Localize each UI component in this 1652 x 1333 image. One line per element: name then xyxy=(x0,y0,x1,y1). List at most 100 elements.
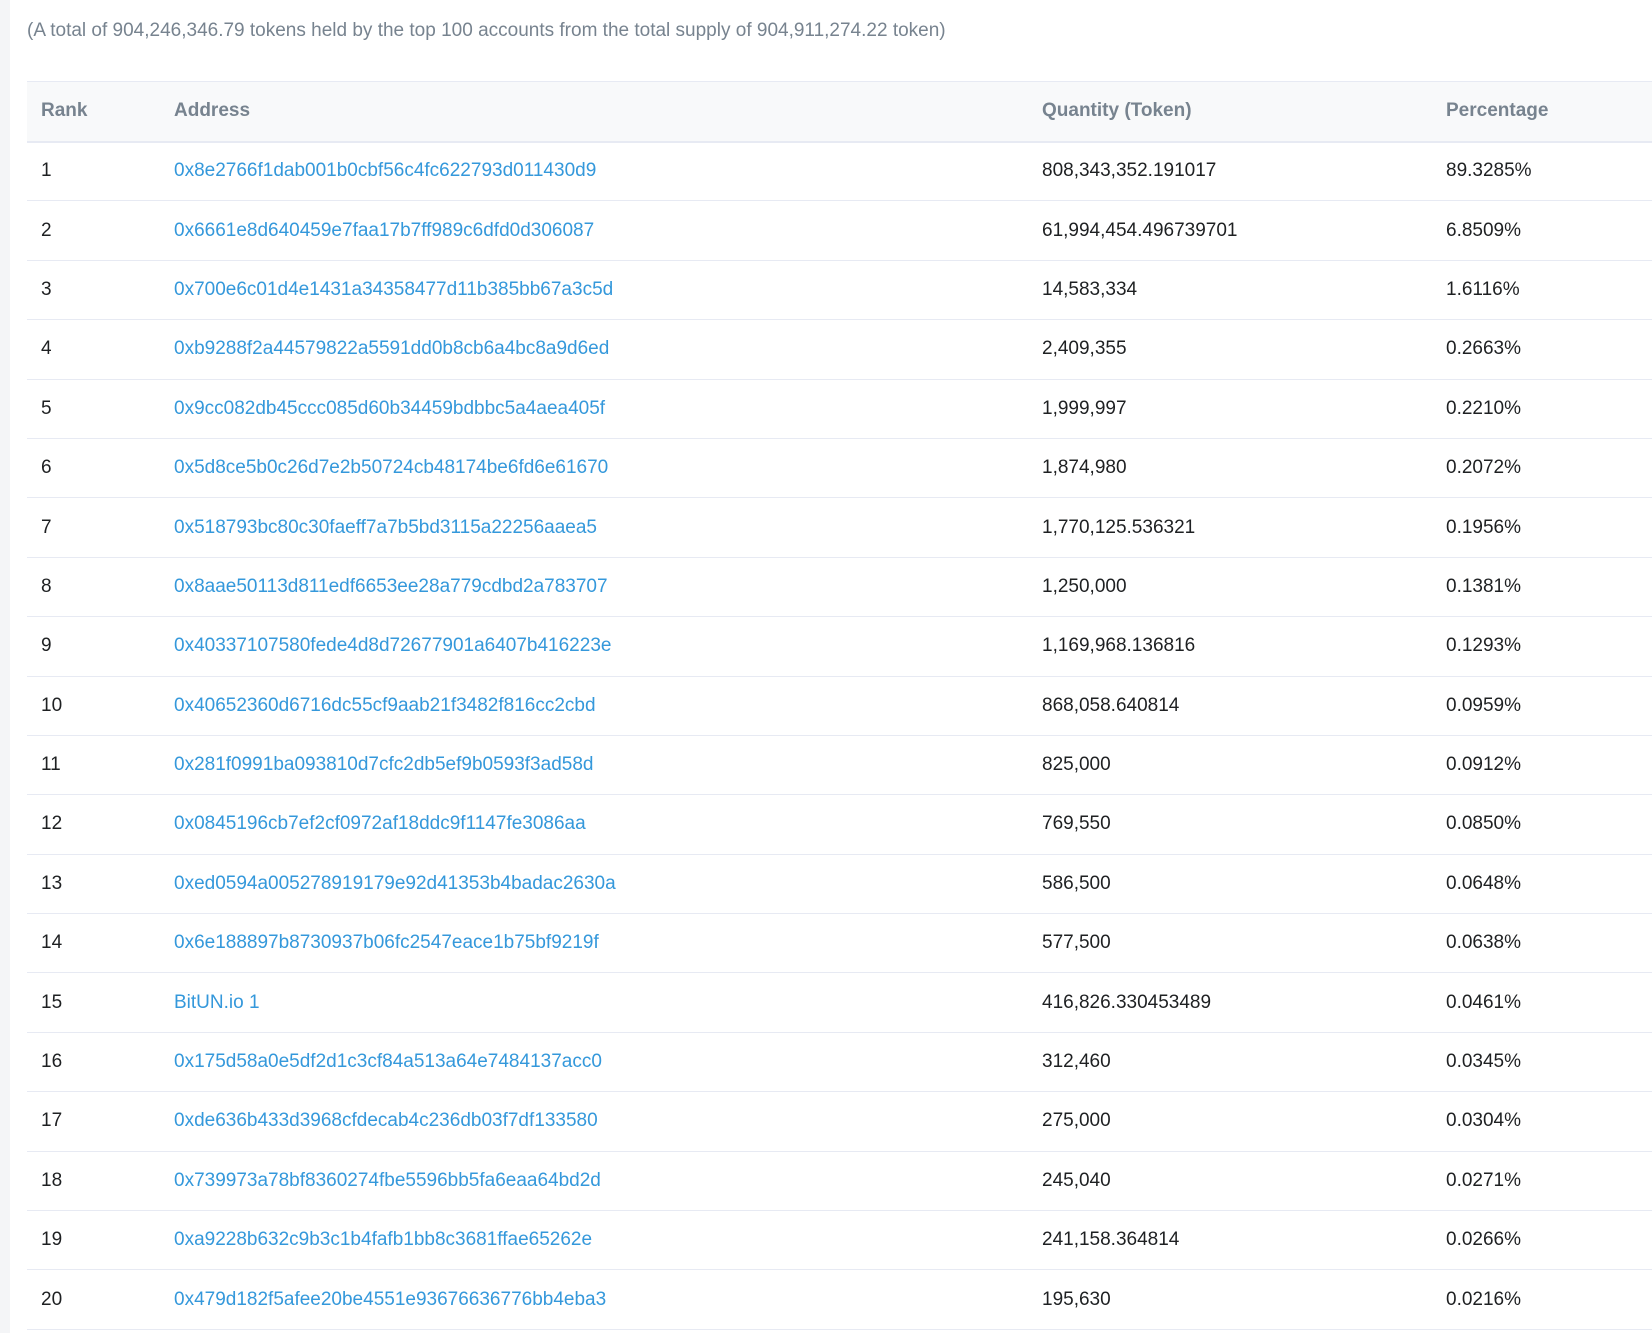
rank-cell: 14 xyxy=(41,932,63,954)
address-cell: 0x8e2766f1dab001b0cbf56c4fc622793d011430… xyxy=(160,142,1028,201)
rank-cell: 10 xyxy=(41,694,63,716)
address-link[interactable]: 0x9cc082db45ccc085d60b34459bdbbc5a4aea40… xyxy=(174,398,605,419)
table-row: 2 0x6661e8d640459e7faa17b7ff989c6dfd0d306… xyxy=(27,201,1652,261)
percentage-cell: 0.2210% xyxy=(1446,397,1522,419)
address-link[interactable]: 0x6e188897b8730937b06fc2547eace1b75bf921… xyxy=(174,932,599,953)
table-row: 7 0x518793bc80c30faeff7a7b5bd3115a22256aa… xyxy=(27,498,1652,558)
percentage-cell: 0.0266% xyxy=(1446,1229,1522,1251)
address-link[interactable]: 0x40337107580fede4d8d72677901a6407b41622… xyxy=(174,635,611,656)
table-body: 1 0x8e2766f1dab001b0cbf56c4fc622793d01143… xyxy=(27,142,1652,1330)
address-link[interactable]: 0x700e6c01d4e1431a34358477d11b385bb67a3c… xyxy=(174,279,613,300)
column-header-address: Address xyxy=(174,100,251,122)
rank-cell: 5 xyxy=(41,397,52,419)
quantity-cell: 1,999,997 xyxy=(1042,397,1127,419)
percentage-cell: 0.1381% xyxy=(1446,575,1522,597)
percentage-cell: 0.0461% xyxy=(1446,991,1522,1013)
quantity-cell: 275,000 xyxy=(1042,1110,1111,1132)
rank-cell: 20 xyxy=(41,1288,63,1310)
table-row: 12 0x0845196cb7ef2cf0972af18ddc9f1147fe30… xyxy=(27,795,1652,855)
address-link[interactable]: 0x40652360d6716dc55cf9aab21f3482f816cc2c… xyxy=(174,695,596,716)
percentage-cell: 0.0216% xyxy=(1446,1288,1522,1310)
address-link[interactable]: 0x5d8ce5b0c26d7e2b50724cb48174be6fd6e616… xyxy=(174,457,608,478)
address-cell: 0xde636b433d3968cfdecab4c236db03f7df1335… xyxy=(160,1092,1028,1151)
percentage-cell: 89.3285% xyxy=(1446,160,1532,182)
address-cell: 0x281f0991ba093810d7cfc2db5ef9b0593f3ad5… xyxy=(160,735,1028,794)
table-row: 5 0x9cc082db45ccc085d60b34459bdbbc5a4aea4… xyxy=(27,379,1652,439)
address-link[interactable]: 0xa9228b632c9b3c1b4fafb1bb8c3681ffae6526… xyxy=(174,1229,592,1250)
percentage-cell: 0.0912% xyxy=(1446,754,1522,776)
rank-cell: 4 xyxy=(41,338,52,360)
address-link[interactable]: 0x739973a78bf8360274fbe5596bb5fa6eaa64bd… xyxy=(174,1170,601,1191)
table-header-row: Rank Address Quantity (Token) Percentage xyxy=(27,81,1652,142)
address-link[interactable]: 0x518793bc80c30faeff7a7b5bd3115a22256aae… xyxy=(174,517,597,538)
address-link[interactable]: 0xed0594a005278919179e92d41353b4badac263… xyxy=(174,873,616,894)
percentage-cell: 0.0345% xyxy=(1446,1051,1522,1073)
rank-cell: 16 xyxy=(41,1051,63,1073)
address-link[interactable]: 0x281f0991ba093810d7cfc2db5ef9b0593f3ad5… xyxy=(174,754,593,775)
table-row: 4 0xb9288f2a44579822a5591dd0b8cb6a4bc8a9d… xyxy=(27,320,1652,380)
address-link[interactable]: 0x175d58a0e5df2d1c3cf84a513a64e7484137ac… xyxy=(174,1051,602,1072)
table-row: 8 0x8aae50113d811edf6653ee28a779cdbd2a783… xyxy=(27,557,1652,617)
address-cell: 0x739973a78bf8360274fbe5596bb5fa6eaa64bd… xyxy=(160,1151,1028,1210)
address-link[interactable]: 0x8aae50113d811edf6653ee28a779cdbd2a7837… xyxy=(174,576,608,597)
quantity-cell: 195,630 xyxy=(1042,1288,1111,1310)
address-cell: 0x40652360d6716dc55cf9aab21f3482f816cc2c… xyxy=(160,676,1028,735)
quantity-cell: 808,343,352.191017 xyxy=(1042,160,1217,182)
quantity-cell: 312,460 xyxy=(1042,1051,1111,1073)
quantity-cell: 769,550 xyxy=(1042,813,1111,835)
table-row: 17 0xde636b433d3968cfdecab4c236db03f7df13… xyxy=(27,1092,1652,1152)
address-link[interactable]: 0x0845196cb7ef2cf0972af18ddc9f1147fe3086… xyxy=(174,813,586,834)
table-row: 11 0x281f0991ba093810d7cfc2db5ef9b0593f3a… xyxy=(27,735,1652,795)
quantity-cell: 1,770,125.536321 xyxy=(1042,516,1196,538)
rank-cell: 15 xyxy=(41,991,63,1013)
percentage-cell: 1.6116% xyxy=(1446,278,1520,300)
token-holders-page: (A total of 904,246,346.79 tokens held b… xyxy=(0,0,1652,1333)
holders-summary-text: (A total of 904,246,346.79 tokens held b… xyxy=(27,20,946,41)
table-row: 1 0x8e2766f1dab001b0cbf56c4fc622793d01143… xyxy=(27,142,1652,201)
rank-cell: 18 xyxy=(41,1169,63,1191)
address-cell: BitUN.io 1 xyxy=(160,973,1028,1032)
rank-cell: 12 xyxy=(41,813,63,835)
address-cell: 0x40337107580fede4d8d72677901a6407b41622… xyxy=(160,617,1028,676)
address-cell: 0x700e6c01d4e1431a34358477d11b385bb67a3c… xyxy=(160,260,1028,319)
address-link[interactable]: 0x8e2766f1dab001b0cbf56c4fc622793d011430… xyxy=(174,160,596,181)
percentage-cell: 0.2072% xyxy=(1446,457,1522,479)
quantity-cell: 825,000 xyxy=(1042,754,1111,776)
percentage-cell: 0.0638% xyxy=(1446,932,1522,954)
address-cell: 0x6661e8d640459e7faa17b7ff989c6dfd0d3060… xyxy=(160,201,1028,260)
rank-cell: 17 xyxy=(41,1110,63,1132)
address-link[interactable]: 0x6661e8d640459e7faa17b7ff989c6dfd0d3060… xyxy=(174,220,594,241)
address-link[interactable]: BitUN.io 1 xyxy=(174,992,260,1013)
table-row: 20 0x479d182f5afee20be4551e93676636776bb4… xyxy=(27,1270,1652,1330)
address-cell: 0xa9228b632c9b3c1b4fafb1bb8c3681ffae6526… xyxy=(160,1211,1028,1270)
table-row: 6 0x5d8ce5b0c26d7e2b50724cb48174be6fd6e61… xyxy=(27,438,1652,498)
column-header-quantity: Quantity (Token) xyxy=(1042,100,1192,122)
address-link[interactable]: 0xde636b433d3968cfdecab4c236db03f7df1335… xyxy=(174,1110,598,1131)
address-cell: 0x9cc082db45ccc085d60b34459bdbbc5a4aea40… xyxy=(160,379,1028,438)
rank-cell: 1 xyxy=(41,160,52,182)
percentage-cell: 0.1293% xyxy=(1446,635,1522,657)
rank-cell: 8 xyxy=(41,575,52,597)
left-sidebar-edge xyxy=(0,0,10,1333)
quantity-cell: 2,409,355 xyxy=(1042,338,1127,360)
table-row: 14 0x6e188897b8730937b06fc2547eace1b75bf9… xyxy=(27,914,1652,973)
table-row: 16 0x175d58a0e5df2d1c3cf84a513a64e7484137… xyxy=(27,1032,1652,1092)
quantity-cell: 245,040 xyxy=(1042,1169,1111,1191)
address-cell: 0xb9288f2a44579822a5591dd0b8cb6a4bc8a9d6… xyxy=(160,320,1028,379)
table-row: 10 0x40652360d6716dc55cf9aab21f3482f816cc… xyxy=(27,676,1652,736)
quantity-cell: 1,169,968.136816 xyxy=(1042,635,1196,657)
percentage-cell: 0.0271% xyxy=(1446,1169,1522,1191)
rank-cell: 9 xyxy=(41,635,52,657)
address-cell: 0x5d8ce5b0c26d7e2b50724cb48174be6fd6e616… xyxy=(160,438,1028,497)
rank-cell: 19 xyxy=(41,1229,63,1251)
address-link[interactable]: 0xb9288f2a44579822a5591dd0b8cb6a4bc8a9d6… xyxy=(174,338,609,359)
address-cell: 0x479d182f5afee20be4551e93676636776bb4eb… xyxy=(160,1270,1028,1329)
rank-cell: 7 xyxy=(41,516,52,538)
address-link[interactable]: 0x479d182f5afee20be4551e93676636776bb4eb… xyxy=(174,1289,606,1310)
percentage-cell: 0.0648% xyxy=(1446,872,1522,894)
rank-cell: 6 xyxy=(41,457,52,479)
percentage-cell: 0.2663% xyxy=(1446,338,1522,360)
quantity-cell: 14,583,334 xyxy=(1042,278,1138,300)
quantity-cell: 586,500 xyxy=(1042,872,1111,894)
percentage-cell: 0.1956% xyxy=(1446,516,1522,538)
